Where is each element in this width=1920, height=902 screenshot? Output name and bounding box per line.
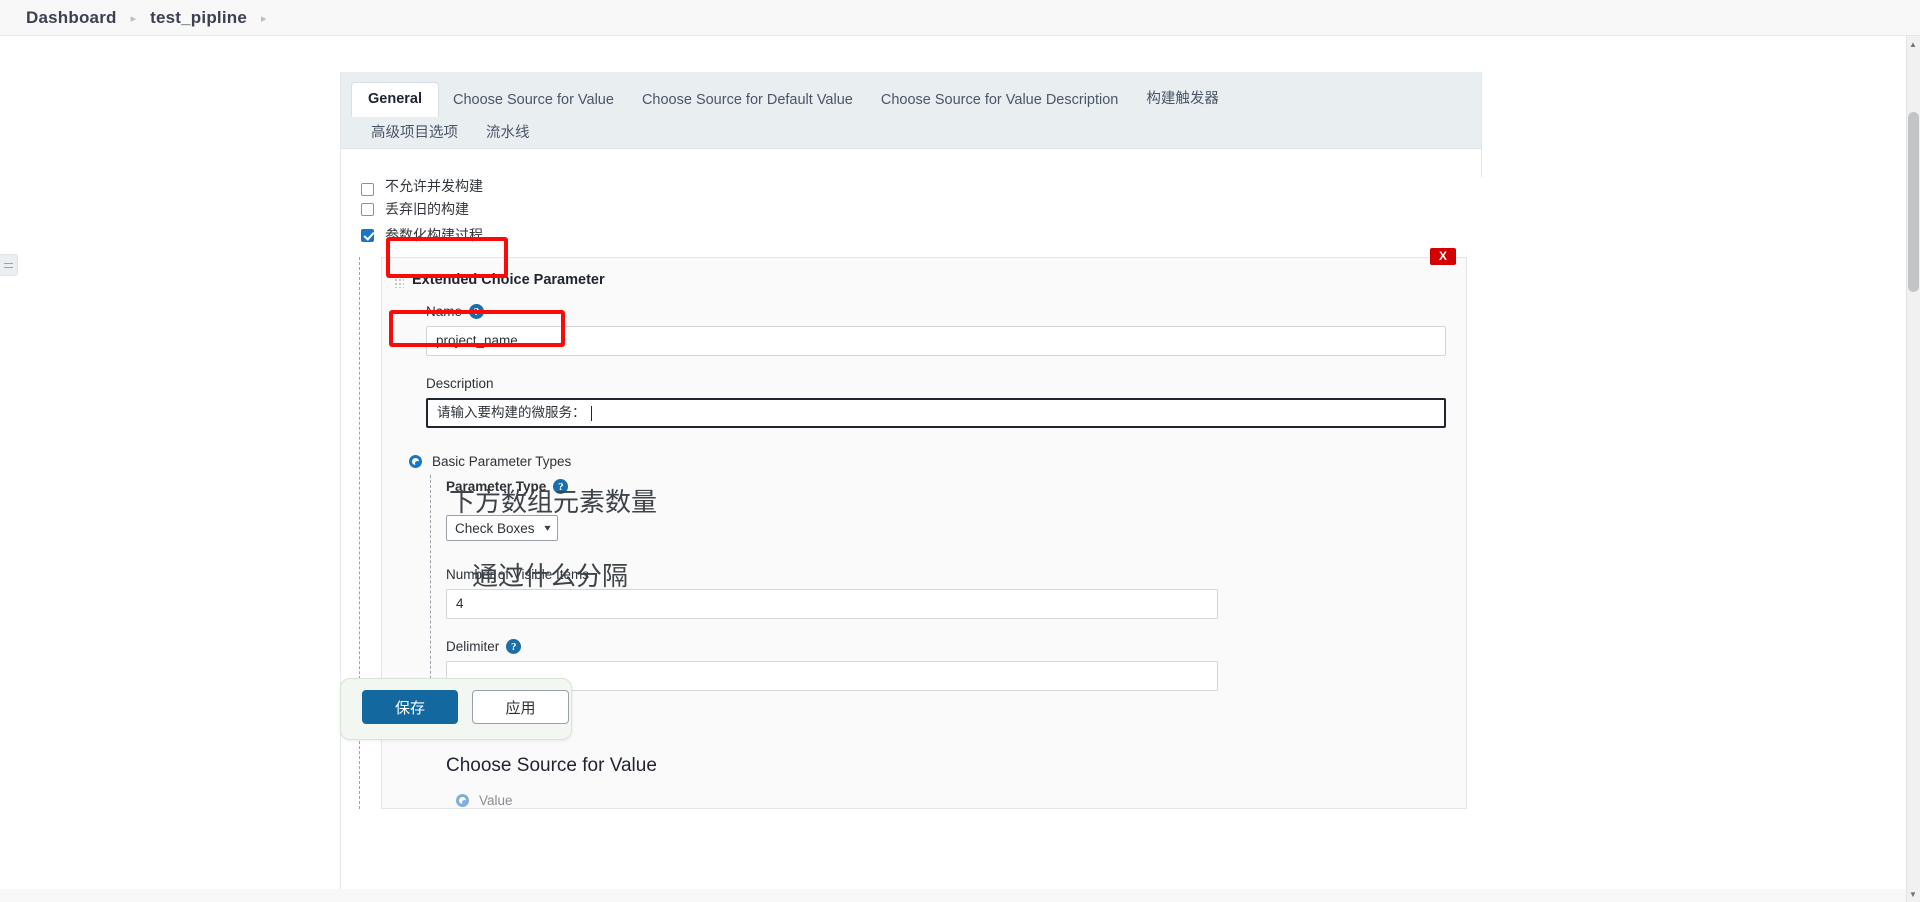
tab-choose-source-for-value[interactable]: Choose Source for Value	[439, 85, 628, 116]
tab-pipeline[interactable]: 流水线	[472, 114, 544, 150]
breadcrumb-item-test-pipline[interactable]: test_pipline	[150, 8, 247, 28]
sidebar-toggle-stub[interactable]	[0, 254, 18, 276]
tab-build-triggers[interactable]: 构建触发器	[1132, 80, 1233, 116]
tab-strip: General Choose Source for Value Choose S…	[341, 72, 1481, 149]
help-icon-delimiter[interactable]: ?	[506, 639, 522, 654]
breadcrumb: Dashboard ▸ test_pipline ▸	[0, 0, 1920, 36]
vertical-scrollbar-thumb[interactable]	[1908, 112, 1919, 292]
tab-choose-source-for-default-value[interactable]: Choose Source for Default Value	[628, 85, 867, 116]
field-label-name-wrap: Name ?	[426, 304, 1446, 319]
checkbox-row-quote-value[interactable]: Quote Value	[446, 711, 1466, 733]
scroll-up-icon[interactable]: ▲	[1906, 36, 1920, 52]
tab-general[interactable]: General	[351, 82, 439, 117]
field-label-delimiter-wrap: Delimiter ?	[446, 639, 1466, 654]
checkbox-label-parameterized-build: 参数化构建过程	[385, 227, 483, 243]
scroll-down-icon[interactable]: ▼	[1906, 886, 1920, 902]
name-input[interactable]: project_name	[426, 326, 1446, 356]
field-name: Name ? project_name	[382, 304, 1466, 356]
field-label-description: Description	[426, 376, 494, 391]
radio-label-value: Value	[479, 793, 513, 808]
field-label-description-wrap: Description	[426, 376, 1446, 391]
radio-value[interactable]	[456, 794, 469, 807]
radio-row-basic-parameter-types[interactable]: Basic Parameter Types	[382, 454, 1466, 469]
tab-row-primary: General Choose Source for Value Choose S…	[341, 78, 1481, 117]
description-input-value: 请输入要构建的微服务：	[437, 405, 586, 420]
checkbox-label-no-concurrent-build: 不允许并发构建	[385, 178, 483, 194]
checkbox-row-no-concurrent-build[interactable]: 不允许并发构建	[341, 177, 1483, 196]
form-action-bar: 保存 应用	[340, 678, 572, 740]
chevron-down-icon: ▾	[543, 522, 551, 534]
checkbox-label-discard-old-builds: 丢弃旧的构建	[385, 201, 469, 217]
breadcrumb-item-dashboard[interactable]: Dashboard	[26, 8, 117, 28]
apply-button[interactable]: 应用	[472, 690, 569, 724]
radio-basic-parameter-types[interactable]	[409, 455, 422, 468]
checkbox-discard-old-builds[interactable]	[361, 202, 374, 216]
horizontal-scrollbar-track[interactable]	[0, 889, 1906, 902]
radio-row-value[interactable]: Value	[456, 793, 1466, 808]
description-input[interactable]: 请输入要构建的微服务：	[426, 398, 1446, 428]
remove-parameter-button[interactable]: X	[1430, 248, 1456, 265]
tab-advanced-project-options[interactable]: 高级项目选项	[357, 114, 472, 150]
field-label-delimiter: Delimiter	[446, 639, 500, 654]
parameter-type-selected-value: Check Boxes	[455, 520, 535, 536]
right-rail	[1482, 72, 1920, 902]
visible-items-input-value: 4	[456, 596, 464, 611]
config-form: 不允许并发构建 丢弃旧的构建 ? 参数化构建过程 ? X	[341, 177, 1483, 902]
field-description: Description 请输入要构建的微服务：	[382, 376, 1466, 428]
checkbox-parameterized-build[interactable]	[361, 228, 374, 242]
parameter-card-title: Extended Choice Parameter	[412, 272, 605, 288]
drag-handle-icon[interactable]	[394, 274, 404, 288]
text-cursor	[590, 405, 592, 421]
help-icon-name[interactable]: ?	[469, 304, 485, 319]
checkbox-no-concurrent-build[interactable]	[361, 183, 374, 196]
section-heading-choose-source-for-value: Choose Source for Value	[446, 755, 657, 776]
vertical-scrollbar-track[interactable]	[1906, 36, 1920, 902]
tab-choose-source-for-value-description[interactable]: Choose Source for Value Description	[867, 85, 1133, 116]
tab-row-secondary: 高级项目选项 流水线	[341, 116, 1481, 148]
radio-label-basic-parameter-types: Basic Parameter Types	[432, 454, 572, 469]
checkbox-row-discard-old-builds[interactable]: 丢弃旧的构建 ?	[341, 196, 1483, 323]
app-root: Dashboard ▸ test_pipline ▸ General Choos…	[0, 0, 1920, 902]
name-input-value: project_name	[436, 333, 518, 348]
choose-source-for-value-group: Value	[382, 793, 1466, 808]
field-label-name: Name	[426, 304, 463, 319]
breadcrumb-separator-icon-2: ▸	[261, 13, 267, 25]
checkbox-row-parameterized-build[interactable]: 参数化构建过程 ?	[341, 222, 1483, 348]
annotation-note-delimiter: 通过什么分隔	[472, 562, 629, 592]
page-body: General Choose Source for Value Choose S…	[0, 36, 1920, 902]
save-button[interactable]: 保存	[362, 690, 458, 724]
breadcrumb-separator-icon: ▸	[130, 13, 137, 25]
visible-items-input[interactable]: 4	[446, 589, 1218, 619]
annotation-note-visible-items: 下方数组元素数量	[449, 488, 658, 518]
